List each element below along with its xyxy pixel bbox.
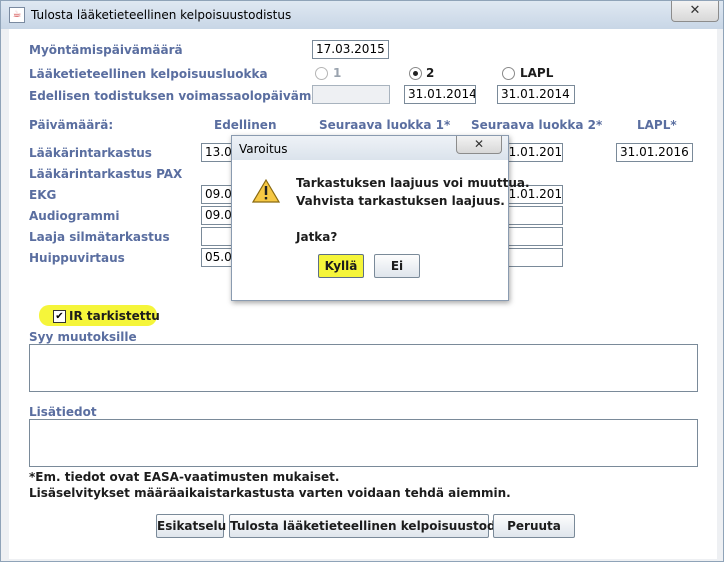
header-date: Päivämäärä: [29, 118, 114, 132]
ir-checkbox-label: IR tarkistettu [69, 309, 160, 323]
warning-dialog: Varoitus ✕ Tarkastuksen laajuus voi muut… [231, 135, 530, 301]
dialog-close-button[interactable]: ✕ [456, 136, 502, 154]
class-label: Lääketieteellinen kelpoisuusluokka [29, 67, 268, 81]
no-button[interactable]: Ei [374, 254, 420, 278]
cancel-button[interactable]: Peruuta [493, 514, 575, 538]
issue-date-label: Myöntämispäivämäärä [29, 43, 183, 57]
ir-checkbox[interactable]: ✔ [53, 310, 66, 323]
main-window: ☕ Tulosta lääketieteellinen kelpoisuusto… [0, 0, 724, 562]
class-lapl-label: LAPL [520, 66, 554, 80]
row-label-audiogram: Audiogrammi [29, 209, 120, 223]
dialog-message-line2: Vahvista tarkastuksen laajuus. [296, 194, 505, 208]
header-previous: Edellinen [214, 118, 277, 132]
extra-info-label: Lisätiedot [29, 405, 97, 419]
footnote-easa: *Em. tiedot ovat EASA-vaatimusten mukais… [29, 470, 340, 484]
class-lapl-radio[interactable] [502, 67, 515, 80]
header-next-class-1: Seuraava luokka 1* [319, 118, 451, 132]
row-label-peak-flow: Huippuvirtaus [29, 251, 125, 265]
header-next-class-2: Seuraava luokka 2* [471, 118, 603, 132]
warning-icon [252, 178, 280, 203]
prev-validity-field-1 [312, 85, 390, 104]
prev-validity-field-lapl[interactable]: 31.01.2014 [497, 85, 575, 104]
dialog-title-bar: Varoitus ✕ [232, 136, 508, 160]
row-label-medical-pax: Lääkärintarkastus PAX [29, 167, 183, 181]
class-1-radio[interactable] [315, 67, 328, 80]
reason-label: Syy muutoksille [29, 330, 137, 344]
row-label-eye-exam: Laaja silmätarkastus [29, 230, 170, 244]
title-bar: ☕ Tulosta lääketieteellinen kelpoisuusto… [1, 1, 723, 29]
medical-lapl-field[interactable]: 31.01.2016 [616, 143, 693, 162]
window-title: Tulosta lääketieteellinen kelpoisuustodi… [31, 8, 292, 22]
extra-info-textarea[interactable] [29, 419, 698, 467]
row-label-medical: Lääkärintarkastus [29, 146, 152, 160]
class-2-radio[interactable] [409, 67, 422, 80]
dialog-body: Tarkastuksen laajuus voi muuttua. Vahvis… [238, 162, 530, 294]
dialog-question: Jatka? [296, 230, 338, 244]
class-2-label: 2 [426, 66, 435, 80]
dialog-title: Varoitus [239, 142, 288, 156]
print-button[interactable]: Tulosta lääketieteellinen kelpoisuustodi… [229, 514, 528, 538]
reason-textarea[interactable] [29, 344, 698, 392]
prev-validity-label: Edellisen todistuksen voimassaolopäivämä… [29, 89, 342, 103]
footnote-extra: Lisäselvitykset määräaikaistarkastusta v… [29, 486, 511, 500]
row-label-ekg: EKG [29, 188, 57, 202]
window-close-button[interactable]: ✕ [671, 1, 719, 22]
class-1-label: 1 [333, 66, 342, 80]
dialog-message-line1: Tarkastuksen laajuus voi muuttua. [296, 176, 530, 190]
yes-button[interactable]: Kyllä [318, 254, 364, 278]
preview-button[interactable]: Esikatselu [156, 514, 226, 538]
issue-date-field[interactable]: 17.03.2015 [312, 40, 389, 59]
header-lapl: LAPL* [637, 118, 677, 132]
java-app-icon: ☕ [9, 7, 25, 23]
prev-validity-field-2[interactable]: 31.01.2014 [404, 85, 476, 104]
